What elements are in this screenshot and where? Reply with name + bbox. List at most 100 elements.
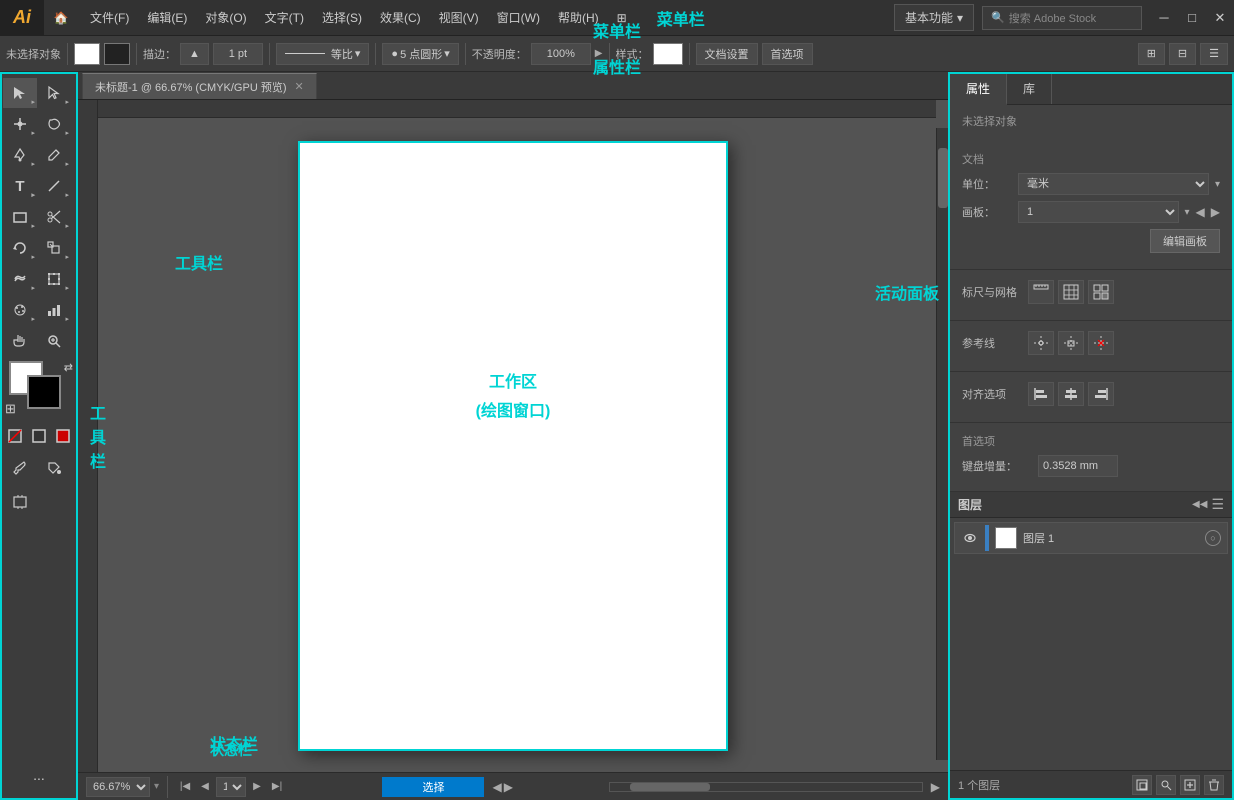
menu-help[interactable]: 帮助(H) — [550, 5, 607, 30]
scroll-left-btn[interactable]: ◀ — [492, 780, 501, 794]
direct-select-tool-btn[interactable]: ▸ — [37, 78, 71, 108]
artboard-dropdown-arrow[interactable]: ▾ — [1185, 207, 1190, 218]
status-select-btn[interactable]: 选择 — [382, 777, 484, 797]
doc-settings-btn[interactable]: 文档设置 — [696, 43, 758, 65]
layer-visibility-btn[interactable] — [961, 529, 979, 547]
prev-page-btn[interactable]: ◀ — [196, 778, 214, 796]
opacity-arrow[interactable]: ▶ — [595, 48, 603, 59]
make-sublayer-btn[interactable] — [1132, 775, 1152, 795]
dash-dropdown[interactable]: 等比 ▾ — [276, 43, 370, 65]
layer-lock-btn[interactable]: ○ — [1205, 530, 1221, 546]
clear-guides-btn[interactable] — [1088, 331, 1114, 355]
pencil-tool-btn[interactable]: ▸ — [37, 140, 71, 170]
arrange-btn2[interactable]: ⊟ — [1169, 43, 1196, 65]
zoom-tool-btn[interactable] — [37, 326, 71, 356]
arrange-btn1[interactable]: ⊞ — [1138, 43, 1165, 65]
search-layers-btn[interactable] — [1156, 775, 1176, 795]
align-center-btn[interactable] — [1058, 382, 1084, 406]
zoom-select[interactable]: 66.67% — [86, 777, 150, 797]
menu-file[interactable]: 文件(F) — [82, 5, 137, 30]
maximize-btn[interactable]: □ — [1178, 4, 1206, 32]
horizontal-scrollbar[interactable] — [609, 782, 922, 792]
fill-dark-btn[interactable] — [27, 421, 51, 451]
close-btn[interactable]: ✕ — [1206, 4, 1234, 32]
show-pixel-grid-btn[interactable] — [1088, 280, 1114, 304]
artboard-tool-btn[interactable] — [3, 487, 37, 517]
eyedropper-btn[interactable] — [3, 453, 37, 483]
fill-swatch[interactable] — [74, 43, 100, 65]
keyboard-increment-input[interactable] — [1038, 455, 1118, 477]
scroll-end-btn[interactable]: ▶ — [931, 780, 940, 794]
arrange-btn3[interactable]: ☰ — [1200, 43, 1228, 65]
artboard-prev-btn[interactable]: ◀ — [1196, 205, 1205, 219]
minimize-btn[interactable]: ─ — [1150, 4, 1178, 32]
scroll-right-btn[interactable]: ▶ — [504, 780, 513, 794]
lasso-tool-btn[interactable]: ▸ — [37, 109, 71, 139]
rect-tool-btn[interactable]: ▸ — [3, 202, 37, 232]
show-rulers-btn[interactable] — [1028, 280, 1054, 304]
opacity-input[interactable]: 100% — [531, 43, 591, 65]
free-transform-btn[interactable]: ▸ — [37, 264, 71, 294]
rotate-tool-btn[interactable]: ▸ — [3, 233, 37, 263]
tab-properties[interactable]: 属性 — [950, 74, 1007, 105]
workspace-dropdown[interactable]: 基本功能 ▾ — [894, 4, 974, 31]
artboard-select[interactable]: 1 — [1018, 201, 1179, 223]
artboard-next-btn[interactable]: ▶ — [1211, 205, 1220, 219]
lock-guides-btn[interactable] — [1058, 331, 1084, 355]
hand-tool-btn[interactable] — [3, 326, 37, 356]
graph-tool-btn[interactable]: ▸ — [37, 295, 71, 325]
canvas-drawing-area[interactable]: 工作区 (绘图窗口) — [78, 100, 948, 772]
point-dropdown[interactable]: ● 5 点圆形 ▾ — [382, 43, 458, 65]
search-stock-bar[interactable]: 🔍 搜索 Adobe Stock — [982, 6, 1142, 30]
menu-effect[interactable]: 效果(C) — [372, 5, 429, 30]
stroke-up[interactable]: ▲ — [180, 43, 209, 65]
layers-menu-btn[interactable]: ☰ — [1211, 496, 1224, 513]
selection-tool-btn[interactable]: ▸ — [3, 78, 37, 108]
swap-colors-btn[interactable]: ⇄ — [64, 361, 73, 374]
artboard[interactable] — [298, 141, 728, 751]
zoom-dropdown-arrow[interactable]: ▾ — [154, 781, 159, 792]
tab-close-btn[interactable]: ✕ — [294, 80, 303, 93]
show-grid-btn[interactable] — [1058, 280, 1084, 304]
first-page-btn[interactable]: |◀ — [176, 778, 194, 796]
layer-item[interactable]: 图层 1 ○ — [954, 522, 1228, 554]
stroke-input[interactable]: 1 pt — [213, 43, 263, 65]
symbol-tool-btn[interactable]: ▸ — [3, 295, 37, 325]
stroke-swatch[interactable] — [104, 43, 130, 65]
scissors-tool-btn[interactable]: ▸ — [37, 202, 71, 232]
menu-grid-icon[interactable]: ⊞ — [609, 7, 635, 29]
unit-select[interactable]: 毫米 — [1018, 173, 1209, 195]
warp-tool-btn[interactable]: ▸ — [3, 264, 37, 294]
align-right-btn[interactable] — [1088, 382, 1114, 406]
delete-layer-btn[interactable] — [1204, 775, 1224, 795]
menu-select[interactable]: 选择(S) — [314, 5, 370, 30]
align-left-btn[interactable] — [1028, 382, 1054, 406]
reset-colors-btn[interactable]: ⊞ — [5, 401, 16, 417]
pen-tool-btn[interactable]: ▸ — [3, 140, 37, 170]
show-guides-btn[interactable] — [1028, 331, 1054, 355]
magic-wand-btn[interactable]: ▸ — [3, 109, 37, 139]
layers-collapse-btn[interactable]: ◀◀ — [1192, 499, 1207, 510]
edit-artboard-btn[interactable]: 编辑画板 — [1150, 229, 1220, 253]
home-icon-btn[interactable]: 🏠 — [44, 0, 78, 36]
menu-view[interactable]: 视图(V) — [431, 5, 487, 30]
scale-tool-btn[interactable]: ▸ — [37, 233, 71, 263]
type-tool-btn[interactable]: T▸ — [3, 171, 37, 201]
document-tab[interactable]: 未标题-1 @ 66.67% (CMYK/GPU 预览) ✕ — [82, 73, 317, 99]
background-color[interactable] — [27, 375, 61, 409]
menu-text[interactable]: 文字(T) — [257, 5, 312, 30]
menu-edit[interactable]: 编辑(E) — [139, 5, 195, 30]
new-layer-btn[interactable] — [1180, 775, 1200, 795]
fill-none-btn[interactable] — [3, 421, 27, 451]
page-select[interactable]: 1 — [216, 777, 246, 797]
paint-bucket-btn[interactable] — [37, 453, 71, 483]
last-page-btn[interactable]: ▶| — [268, 778, 286, 796]
next-page-btn[interactable]: ▶ — [248, 778, 266, 796]
tab-library[interactable]: 库 — [1007, 74, 1052, 104]
menu-window[interactable]: 窗口(W) — [489, 5, 548, 30]
unit-dropdown-arrow[interactable]: ▾ — [1215, 179, 1220, 190]
more-tools-btn[interactable]: ... — [3, 760, 75, 790]
vertical-scrollbar[interactable] — [936, 128, 948, 760]
fill-red-btn[interactable] — [51, 421, 75, 451]
style-swatch[interactable] — [653, 43, 683, 65]
